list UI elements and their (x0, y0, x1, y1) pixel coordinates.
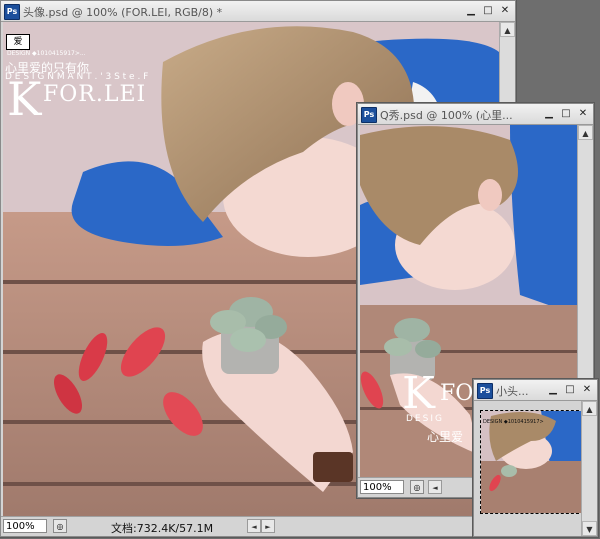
photoshop-icon: Ps (4, 4, 20, 20)
close-button[interactable]: ✕ (579, 382, 595, 397)
small-canvas[interactable]: DESIGN ◆1010415917> (480, 410, 584, 514)
close-button[interactable]: ✕ (497, 3, 513, 18)
q-titlebar[interactable]: Ps Q秀.psd @ 100% (心里... ▁ □ ✕ (358, 104, 593, 125)
zoom-field[interactable]: 100% (3, 519, 47, 533)
k-letter: K (7, 72, 42, 126)
scroll-down-arrow[interactable]: ▼ (582, 521, 597, 536)
qq-text: DESIGN ◆1010415917>... (7, 50, 86, 57)
restore-button[interactable]: □ (562, 382, 578, 397)
scroll-up-arrow[interactable]: ▲ (500, 22, 515, 37)
restore-button[interactable]: □ (558, 106, 574, 121)
main-document-title: 头像.psd @ 100% (FOR.LEI, RGB/8) * (23, 6, 223, 19)
small-vertical-scrollbar[interactable]: ▲ ▼ (581, 401, 597, 536)
main-titlebar[interactable]: Ps 头像.psd @ 100% (FOR.LEI, RGB/8) * ▁ □ … (1, 1, 515, 22)
restore-button[interactable]: □ (480, 3, 496, 18)
q-k-letter: K (402, 368, 435, 419)
navigator-icon[interactable]: ◎ (410, 480, 424, 494)
minimize-button[interactable]: ▁ (541, 106, 557, 121)
scroll-up-arrow[interactable]: ▲ (582, 401, 597, 416)
wrist-watch (313, 452, 353, 482)
minimize-button[interactable]: ▁ (463, 3, 479, 18)
navigator-icon[interactable]: ◎ (53, 519, 67, 533)
minimize-button[interactable]: ▁ (545, 382, 561, 397)
small-canvas-image (481, 411, 583, 513)
photoshop-icon: Ps (477, 383, 493, 399)
q-design-text: DESIG (406, 414, 444, 424)
scroll-left-arrow[interactable]: ◄ (428, 480, 442, 494)
document-size-info: 文档:732.4K/57.1M (111, 522, 214, 535)
scroll-right-arrow[interactable]: ► (261, 519, 275, 533)
small-qq-text: DESIGN ◆1010415917> (483, 419, 544, 425)
small-document-title: 小头... (496, 385, 529, 398)
q-slogan-text: 心里爱 (427, 430, 464, 444)
q-for-text: FO (440, 381, 474, 406)
main-statusbar: 100% ◎ 文档:732.4K/57.1M ◄ ► (1, 516, 515, 536)
close-button[interactable]: ✕ (575, 106, 591, 121)
small-titlebar[interactable]: Ps 小头... ▁ □ ✕ (474, 380, 597, 401)
forlei-text: FOR.LEI (43, 82, 147, 107)
scroll-up-arrow[interactable]: ▲ (578, 125, 593, 140)
logo-badge: 爱 (6, 34, 30, 50)
zoom-field[interactable]: 100% (360, 480, 404, 494)
small-document-window[interactable]: Ps 小头... ▁ □ ✕ DESIGN ◆1010415917> ▲ ▼ (473, 379, 598, 537)
scroll-left-arrow[interactable]: ◄ (247, 519, 261, 533)
q-document-title: Q秀.psd @ 100% (心里... (380, 109, 513, 122)
photoshop-icon: Ps (361, 107, 377, 123)
